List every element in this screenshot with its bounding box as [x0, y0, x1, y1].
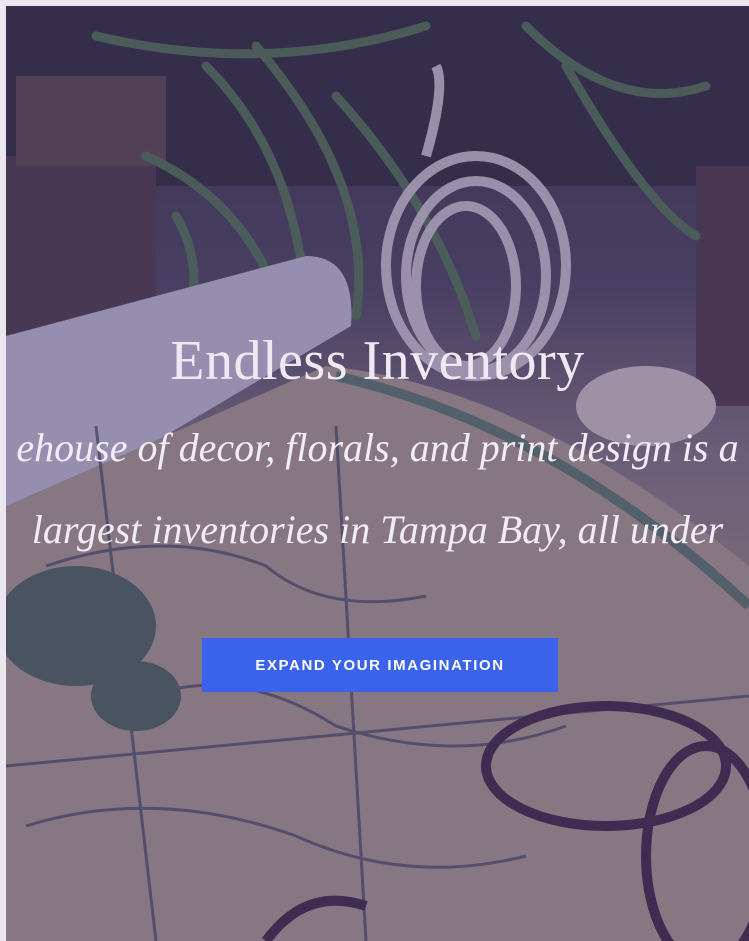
expand-your-imagination-button[interactable]: EXPAND YOUR IMAGINATION [202, 638, 558, 692]
hero-description-line-2: largest inventories in Tampa Bay, all un… [31, 507, 724, 552]
hero-section: Endless Inventory ehouse of decor, flora… [6, 6, 749, 941]
hero-content: Endless Inventory ehouse of decor, flora… [6, 6, 749, 941]
hero-description-line-1: ehouse of decor, florals, and print desi… [16, 425, 739, 470]
hero-title: Endless Inventory [170, 329, 585, 392]
